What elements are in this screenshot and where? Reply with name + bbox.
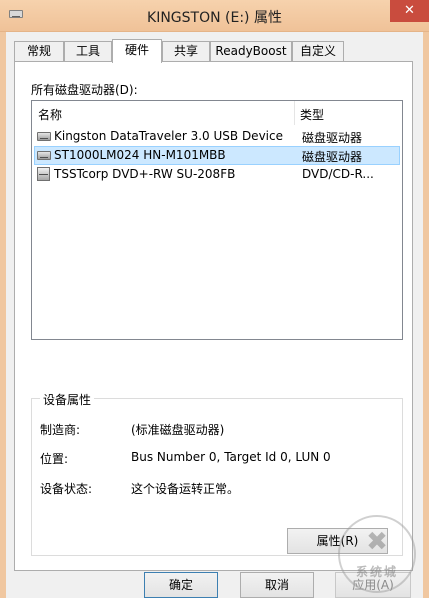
ok-button[interactable]: 确定 (144, 572, 218, 598)
title-bar: KINGSTON (E:) 属性 ✕ (0, 0, 429, 32)
manufacturer-value: (标准磁盘驱动器) (131, 423, 225, 437)
list-item[interactable]: TSSTcorp DVD+-RW SU-208FB DVD/CD-R... (34, 165, 400, 184)
list-header: 名称 类型 (32, 101, 402, 125)
watermark-seal: ✖ 系统城 (338, 515, 416, 593)
dvd-drive-icon (37, 167, 50, 181)
device-name: TSSTcorp DVD+-RW SU-208FB (54, 167, 236, 181)
device-name: ST1000LM024 HN-M101MBB (54, 148, 226, 162)
device-status-value: 这个设备运转正常。 (131, 482, 240, 496)
tab-sharing[interactable]: 共享 (162, 41, 210, 61)
disk-drive-icon (37, 132, 51, 141)
device-type: DVD/CD-R... (302, 167, 374, 181)
device-properties-title: 设备属性 (40, 391, 95, 408)
disk-drive-icon (37, 151, 51, 160)
dialog-client-area: 常规 工具 硬件 共享 ReadyBoost 自定义 所有磁盘驱动器(D): 名… (6, 32, 423, 598)
location-value: Bus Number 0, Target Id 0, LUN 0 (131, 450, 331, 464)
device-name: Kingston DataTraveler 3.0 USB Device (54, 129, 283, 143)
watermark-text: 系统城 (355, 565, 398, 579)
column-divider[interactable] (294, 101, 295, 125)
device-status-label: 设备状态: (40, 482, 93, 496)
tab-page-hardware: 所有磁盘驱动器(D): 名称 类型 Kingston DataTraveler … (14, 61, 413, 571)
close-button[interactable]: ✕ (390, 0, 429, 22)
device-type: 磁盘驱动器 (302, 131, 363, 145)
location-label: 位置: (40, 452, 69, 466)
tab-general[interactable]: 常规 (14, 41, 64, 61)
tab-hardware[interactable]: 硬件 (112, 39, 162, 63)
disk-drive-list[interactable]: 名称 类型 Kingston DataTraveler 3.0 USB Devi… (31, 100, 403, 340)
all-disk-drives-label: 所有磁盘驱动器(D): (31, 83, 138, 97)
manufacturer-label: 制造商: (40, 423, 81, 437)
tab-customize[interactable]: 自定义 (292, 41, 344, 61)
column-header-type[interactable]: 类型 (300, 106, 324, 123)
list-item-selected[interactable]: ST1000LM024 HN-M101MBB 磁盘驱动器 (34, 146, 400, 165)
cancel-button[interactable]: 取消 (240, 572, 314, 598)
tab-readyboost[interactable]: ReadyBoost (210, 41, 292, 61)
close-icon: ✕ (404, 3, 415, 18)
window-title: KINGSTON (E:) 属性 (147, 10, 282, 26)
device-type: 磁盘驱动器 (302, 150, 363, 164)
list-item[interactable]: Kingston DataTraveler 3.0 USB Device 磁盘驱… (34, 127, 400, 146)
column-header-name[interactable]: 名称 (38, 106, 62, 123)
watermark-mark-icon: ✖ (366, 527, 388, 557)
tab-tools[interactable]: 工具 (64, 41, 112, 61)
